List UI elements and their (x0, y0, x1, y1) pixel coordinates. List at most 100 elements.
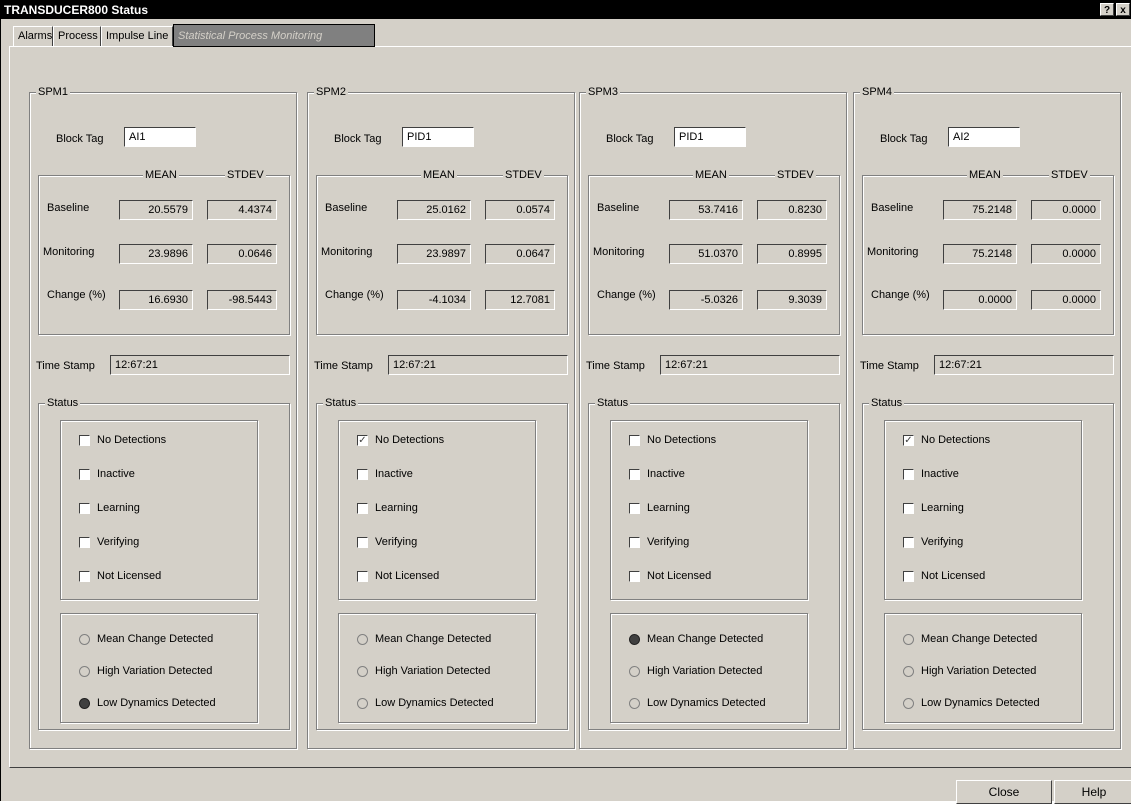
detection-radio[interactable] (357, 634, 368, 645)
help-button[interactable]: Help (1054, 780, 1131, 804)
detection-radio[interactable] (79, 666, 90, 677)
status-checkbox[interactable] (903, 537, 914, 548)
monitoring-mean-value: 23.9896 (119, 244, 193, 264)
spm-group-label: SPM3 (586, 85, 620, 99)
tab-alarms[interactable]: Alarms (13, 26, 53, 46)
status-checkbox-label: Not Licensed (647, 570, 712, 582)
detection-radio-box: Mean Change Detected High Variation Detec… (60, 613, 258, 723)
status-checkbox[interactable] (903, 469, 914, 480)
status-checkbox[interactable] (629, 571, 640, 582)
status-checkbox[interactable] (79, 537, 90, 548)
stdev-header: STDEV (225, 168, 266, 182)
detection-radio[interactable] (629, 634, 640, 645)
change-stdev-value: 9.3039 (757, 290, 827, 310)
baseline-stdev-value: 0.0000 (1031, 200, 1101, 220)
detection-radio-label: Low Dynamics Detected (921, 697, 1040, 709)
block-tag-input[interactable]: PID1 (402, 127, 474, 147)
detection-radio-label: Low Dynamics Detected (647, 697, 766, 709)
status-checkbox-label: Learning (375, 502, 418, 514)
status-checkbox[interactable] (903, 503, 914, 514)
status-checkbox[interactable] (79, 571, 90, 582)
status-checkbox[interactable] (629, 435, 640, 446)
status-checkbox-label: Verifying (97, 536, 140, 548)
status-checkbox-box: No Detections Inactive Learning Verifying No… (610, 420, 808, 600)
spm-group-label: SPM1 (36, 85, 70, 99)
detection-radio-label: High Variation Detected (375, 665, 491, 677)
detection-radio[interactable] (79, 634, 90, 645)
monitoring-stdev-value: 0.8995 (757, 244, 827, 264)
detection-radio[interactable] (629, 698, 640, 709)
block-tag-input[interactable]: PID1 (674, 127, 746, 147)
status-checkbox-box: No Detections Inactive Learning Verifying No… (60, 420, 258, 600)
baseline-stdev-value: 4.4374 (207, 200, 277, 220)
monitoring-mean-value: 51.0370 (669, 244, 743, 264)
spm-group-label: SPM4 (860, 85, 894, 99)
detection-radio[interactable] (357, 698, 368, 709)
status-checkbox[interactable] (79, 503, 90, 514)
mean-stdev-box: MEAN STDEV Baseline 25.0162 0.0574 Monit… (316, 168, 568, 335)
spm-group-2: SPM2 Block Tag PID1 MEAN STDEV Baseline 25… (307, 85, 575, 749)
monitoring-stdev-value: 0.0646 (207, 244, 277, 264)
baseline-mean-value: 75.2148 (943, 200, 1017, 220)
status-checkbox[interactable] (79, 435, 90, 446)
block-tag-label: Block Tag (334, 133, 382, 145)
time-stamp-label: Time Stamp (314, 360, 373, 372)
change-mean-value: 0.0000 (943, 290, 1017, 310)
tab-statistical-process-monitoring[interactable]: Statistical Process Monitoring (173, 24, 375, 47)
status-checkbox[interactable]: ✓ (357, 435, 368, 446)
window-title: TRANSDUCER800 Status (4, 3, 149, 17)
status-checkbox-label: No Detections (921, 434, 991, 446)
status-checkbox[interactable] (903, 571, 914, 582)
change-stdev-value: -98.5443 (207, 290, 277, 310)
status-checkbox-label: Verifying (375, 536, 418, 548)
detection-radio-box: Mean Change Detected High Variation Detec… (610, 613, 808, 723)
baseline-stdev-value: 0.8230 (757, 200, 827, 220)
status-label: Status (595, 396, 631, 410)
detection-radio[interactable] (629, 666, 640, 677)
block-tag-label: Block Tag (606, 133, 654, 145)
close-title-button[interactable]: x (1116, 3, 1130, 16)
monitoring-label: Monitoring (321, 246, 373, 258)
detection-radio-label: High Variation Detected (647, 665, 763, 677)
monitoring-label: Monitoring (867, 246, 919, 258)
status-checkbox-label: Inactive (921, 468, 959, 480)
close-button[interactable]: Close (956, 780, 1052, 804)
time-stamp-value: 12:67:21 (388, 355, 568, 375)
status-checkbox[interactable] (629, 537, 640, 548)
change-label: Change (%) (47, 289, 106, 301)
status-checkbox[interactable] (357, 537, 368, 548)
stdev-header: STDEV (1049, 168, 1090, 182)
tab-process[interactable]: Process (53, 26, 101, 46)
status-checkbox[interactable] (629, 503, 640, 514)
detection-radio[interactable] (357, 666, 368, 677)
detection-radio-box: Mean Change Detected High Variation Detec… (338, 613, 536, 723)
change-label: Change (%) (871, 289, 930, 301)
block-tag-input[interactable]: AI1 (124, 127, 196, 147)
mean-header: MEAN (967, 168, 1003, 182)
status-checkbox[interactable] (79, 469, 90, 480)
time-stamp-value: 12:67:21 (660, 355, 840, 375)
detection-radio[interactable] (903, 698, 914, 709)
status-label: Status (323, 396, 359, 410)
status-checkbox-label: No Detections (375, 434, 445, 446)
baseline-mean-value: 20.5579 (119, 200, 193, 220)
change-mean-value: -4.1034 (397, 290, 471, 310)
status-checkbox[interactable]: ✓ (903, 435, 914, 446)
status-checkbox[interactable] (357, 571, 368, 582)
status-checkbox-label: Inactive (375, 468, 413, 480)
detection-radio[interactable] (79, 698, 90, 709)
block-tag-label: Block Tag (56, 133, 104, 145)
detection-radio[interactable] (903, 666, 914, 677)
tab-impulse-line[interactable]: Impulse Line (101, 26, 173, 46)
status-checkbox[interactable] (357, 503, 368, 514)
detection-radio-label: Low Dynamics Detected (97, 697, 216, 709)
help-title-button[interactable]: ? (1100, 3, 1114, 16)
block-tag-input[interactable]: AI2 (948, 127, 1020, 147)
baseline-label: Baseline (597, 202, 640, 214)
detection-radio-box: Mean Change Detected High Variation Detec… (884, 613, 1082, 723)
status-checkbox[interactable] (357, 469, 368, 480)
detection-radio[interactable] (903, 634, 914, 645)
mean-header: MEAN (421, 168, 457, 182)
status-checkbox[interactable] (629, 469, 640, 480)
status-checkbox-label: No Detections (97, 434, 167, 446)
